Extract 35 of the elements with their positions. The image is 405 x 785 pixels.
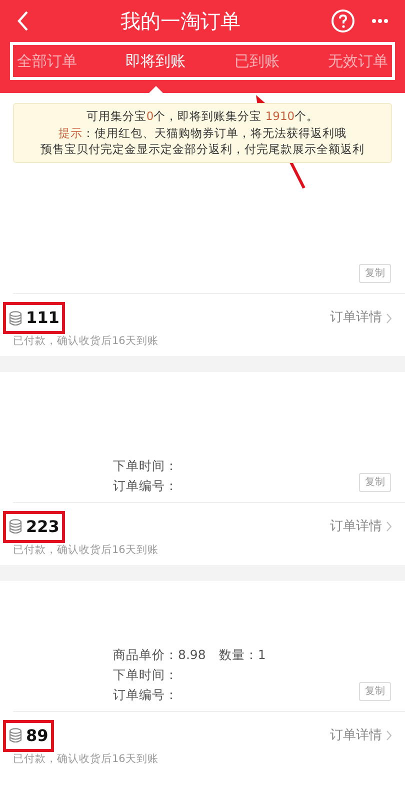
order-detail-link[interactable]: 订单详情 <box>330 517 392 537</box>
field-label: 订单编号： <box>113 686 179 704</box>
chevron-right-icon <box>386 312 392 324</box>
points-value: 89 <box>26 724 48 747</box>
order-detail-link[interactable]: 订单详情 <box>330 308 392 328</box>
field-label: 下单时间： <box>113 456 179 475</box>
tab[interactable]: 全部订单 <box>17 50 77 72</box>
more-icon[interactable] <box>371 18 389 24</box>
tab[interactable]: 即将到账 <box>126 50 186 72</box>
back-icon[interactable] <box>16 10 30 32</box>
order-detail-link[interactable]: 订单详情 <box>330 726 392 746</box>
points-value: 111 <box>26 307 60 330</box>
chevron-right-icon <box>386 521 392 532</box>
copy-button[interactable]: 复制 <box>359 682 391 701</box>
field-label: 下单时间： <box>113 666 179 684</box>
notice-text: 可用集分宝0个，即将到账集分宝 1910个。 <box>85 108 320 125</box>
coin-stack-icon <box>9 519 22 534</box>
notice-text: 提示：使用红包、天猫购物券订单，将无法获得返利哦 <box>58 124 348 142</box>
coin-stack-icon <box>9 728 22 744</box>
tab[interactable]: 已到账 <box>234 50 280 72</box>
copy-button[interactable]: 复制 <box>359 472 391 492</box>
field-label: 订单编号： <box>113 476 179 495</box>
copy-button[interactable]: 复制 <box>359 264 391 284</box>
status-text: 已付款，确认收货后16天到账 <box>13 542 160 558</box>
points-value: 223 <box>26 516 60 538</box>
notice-text: 预售宝贝付完定金显示定金部分返利，付完尾款展示全额返利 <box>40 141 366 158</box>
field-label: 商品单价：8.98 数量：1 <box>113 646 267 664</box>
help-icon[interactable] <box>331 9 355 33</box>
tab-pointer <box>148 86 164 94</box>
tab[interactable]: 无效订单 <box>328 50 388 72</box>
coin-stack-icon <box>9 310 22 326</box>
chevron-right-icon <box>386 730 392 742</box>
page-title: 我的一淘订单 <box>120 8 242 35</box>
status-text: 已付款，确认收货后16天到账 <box>13 334 160 350</box>
status-text: 已付款，确认收货后16天到账 <box>13 752 160 767</box>
